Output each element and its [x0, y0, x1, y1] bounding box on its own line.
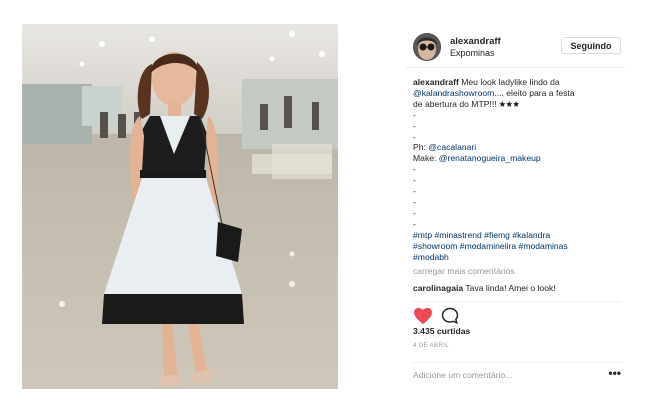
location[interactable]: Expominas [450, 48, 495, 58]
post-photo[interactable] [22, 24, 338, 389]
add-comment-field[interactable]: Adicione um comentário... ••• [413, 362, 623, 388]
caption-line: - [413, 186, 625, 197]
caption-line: @kalandrashowroom.... eleito para a fest… [413, 88, 625, 99]
caption-text: - [413, 196, 416, 207]
post-header: alexandraff Expominas Seguindo [405, 27, 625, 68]
caption-text: - [413, 186, 416, 197]
caption-line: - [413, 110, 625, 121]
caption-link[interactable]: #modabh [413, 252, 449, 262]
caption-line: - [413, 164, 625, 175]
caption-text: de abertura do MTP!!! 🟊🟊🟊 [413, 98, 520, 109]
caption-line: alexandraff Meu look ladylike lindo da [413, 77, 625, 88]
caption-link[interactable]: #mtp #minastrend #fiemg #kalandra [413, 230, 550, 240]
caption-text: - [413, 120, 416, 131]
caption-line: #modabh [413, 252, 625, 263]
more-options-icon[interactable]: ••• [608, 366, 621, 380]
comment: carolinagaia Tava linda! Amei o look! [405, 277, 625, 294]
comment-icon[interactable] [441, 307, 459, 325]
caption-text: - [413, 164, 416, 175]
caption-line: #mtp #minastrend #fiemg #kalandra [413, 230, 625, 241]
post-sidebar: alexandraff Expominas Seguindo alexandra… [405, 27, 625, 349]
caption-line: Make: @renatanogueira_makeup [413, 153, 625, 164]
post-caption: alexandraff Meu look ladylike lindo da @k… [405, 68, 625, 262]
likes-count[interactable]: 3.435 curtidas [405, 326, 625, 337]
caption-link[interactable]: @renatanogueira_makeup [439, 153, 541, 163]
caption-line: - [413, 132, 625, 143]
caption-line: - [413, 208, 625, 219]
avatar[interactable] [413, 33, 441, 61]
photo-illustration [22, 24, 338, 389]
caption-link[interactable]: #showroom #modamineiira #modaminas [413, 241, 568, 251]
caption-username[interactable]: alexandraff [413, 77, 459, 87]
action-bar [413, 302, 625, 326]
username[interactable]: alexandraff [450, 36, 501, 47]
caption-text: Meu look ladylike lindo da [458, 77, 560, 87]
caption-line: - [413, 175, 625, 186]
load-more-comments[interactable]: carregar mais comentários [405, 262, 625, 277]
heart-icon[interactable] [413, 307, 433, 325]
caption-text: - [413, 175, 416, 186]
caption-text: Make: [413, 153, 439, 164]
post-date: 4 DE ABRIL [413, 342, 450, 350]
caption-link[interactable]: @kalandrashowroom [413, 88, 494, 98]
caption-text: - [413, 131, 416, 142]
caption-link[interactable]: @cacalanari [428, 142, 476, 152]
avatar-image [413, 33, 441, 61]
caption-line: de abertura do MTP!!! 🟊🟊🟊 [413, 99, 625, 110]
caption-text: - [413, 218, 416, 229]
caption-line: - [413, 219, 625, 230]
following-button[interactable]: Seguindo [561, 37, 621, 54]
caption-text: .... eleito para a festa [494, 87, 575, 98]
caption-text: - [413, 207, 416, 218]
caption-line: - [413, 121, 625, 132]
caption-text: - [413, 109, 416, 120]
add-comment-placeholder: Adicione um comentário... [413, 370, 513, 380]
caption-text: Ph: [413, 142, 429, 153]
caption-line: #showroom #modamineiira #modaminas [413, 241, 625, 252]
comment-username[interactable]: carolinagaia [413, 283, 463, 293]
caption-line: - [413, 197, 625, 208]
comment-text: Tava linda! Amei o look! [463, 283, 556, 294]
caption-line: Ph: @cacalanari [413, 142, 625, 153]
